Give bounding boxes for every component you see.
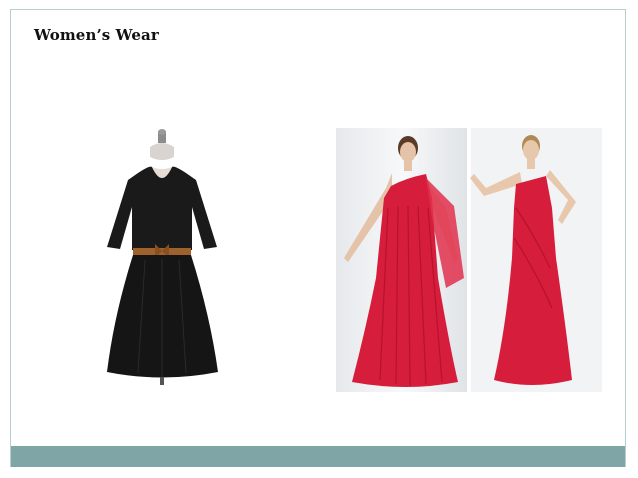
red-gowns-photo <box>336 128 602 392</box>
black-dress-photo <box>100 125 225 385</box>
footer-bar <box>11 446 625 467</box>
slide-title: Women’s Wear <box>34 26 159 44</box>
